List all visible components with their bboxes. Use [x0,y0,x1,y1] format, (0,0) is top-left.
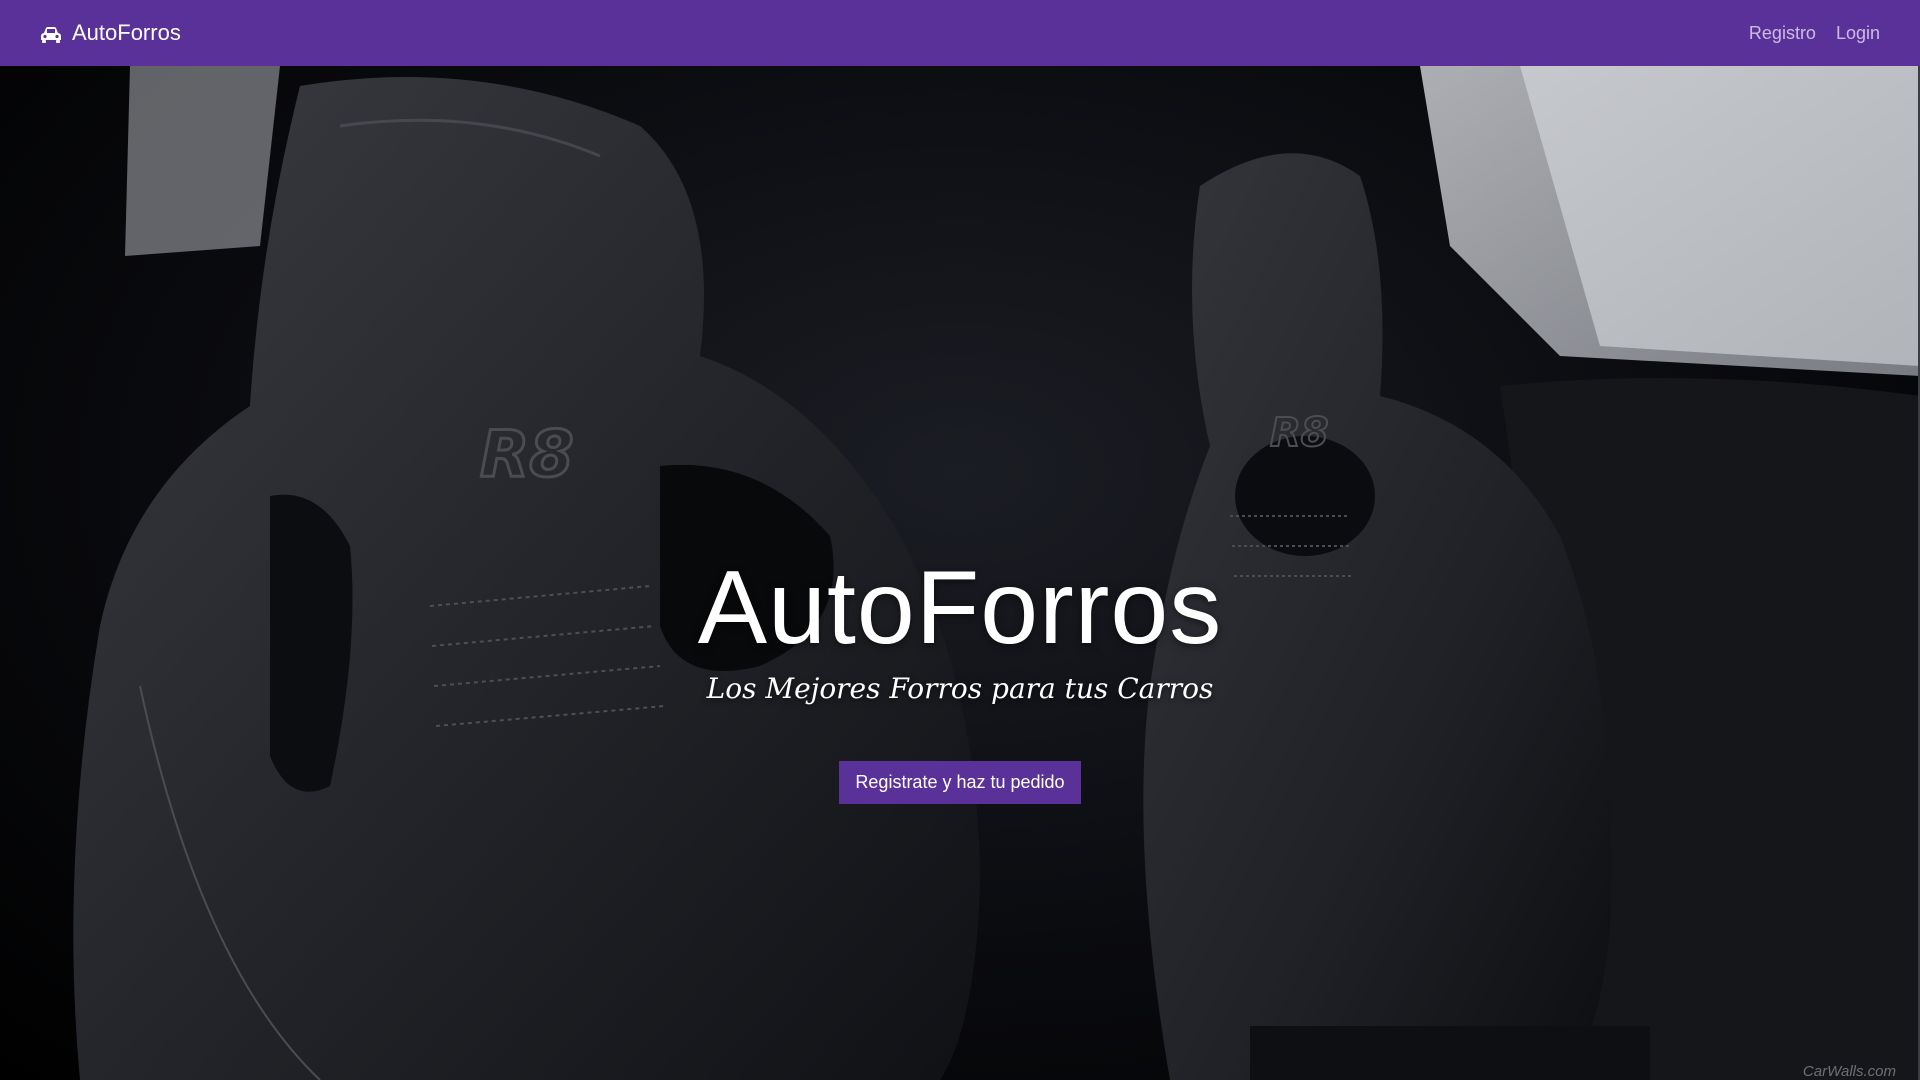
nav-link-login[interactable]: Login [1836,23,1880,44]
hero-section: R8 R8 AutoForros Los Mejores Forros para… [0,66,1920,1080]
svg-text:R8: R8 [480,418,574,492]
nav-link-registro[interactable]: Registro [1749,23,1816,44]
car-icon [40,24,62,43]
image-watermark: CarWalls.com [1802,1063,1896,1080]
brand-label: AutoForros [72,20,181,45]
hero-subtitle: Los Mejores Forros para tus Carros [706,672,1214,705]
top-navbar: AutoForros Registro Login [0,0,1920,66]
hero-title: AutoForros [697,550,1223,666]
hero-content: AutoForros Los Mejores Forros para tus C… [0,556,1920,804]
register-order-button[interactable]: Registrate y haz tu pedido [839,761,1081,804]
nav-links: Registro Login [1749,23,1880,44]
svg-text:R8: R8 [1270,410,1329,456]
brand-link[interactable]: AutoForros [40,20,181,46]
